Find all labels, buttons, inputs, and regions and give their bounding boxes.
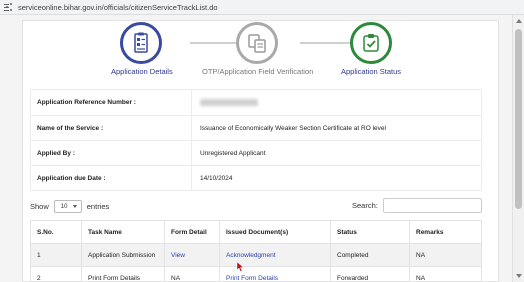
chevron-down-icon <box>72 205 77 208</box>
entries-select-value: 10 <box>60 203 68 210</box>
scroll-up-icon[interactable] <box>516 19 522 23</box>
row-task-name: Application Submission <box>82 244 165 266</box>
row-remarks: NA <box>410 244 482 266</box>
reference-number-value <box>192 90 482 115</box>
verification-icon <box>248 34 266 53</box>
step-label-verification[interactable]: OTP/Application Field Verification <box>202 67 313 76</box>
entries-select[interactable]: 10 <box>53 200 82 213</box>
header-task-name[interactable]: Task Name <box>82 221 165 243</box>
service-name-label: Name of the Service : <box>30 116 192 140</box>
vertical-scrollbar[interactable] <box>512 15 524 282</box>
mouse-cursor-icon <box>237 262 245 272</box>
header-issued-documents[interactable]: Issued Document(s) <box>220 221 331 243</box>
task-table: S.No. Task Name Form Detail Issued Docum… <box>30 220 482 282</box>
url-text[interactable]: serviceonline.bihar.gov.in/officials/cit… <box>18 3 218 12</box>
header-sno[interactable]: S.No. <box>30 221 82 243</box>
reference-number-label: Application Reference Number : <box>30 90 192 115</box>
scrollbar-thumb[interactable] <box>515 29 522 209</box>
show-label: Show <box>30 202 49 211</box>
entries-label: entries <box>86 202 110 211</box>
acknowledgment-link[interactable]: Acknowledgment <box>226 252 276 259</box>
row-task-name: Print Form Details <box>82 267 165 282</box>
document-form-icon <box>134 32 148 53</box>
print-form-details-link[interactable]: Print Form Details <box>226 275 278 282</box>
row-status: Forwarded <box>331 267 410 282</box>
row-status: Completed <box>331 244 410 266</box>
due-date-value: 14/10/2024 <box>192 166 482 190</box>
header-form-detail[interactable]: Form Detail <box>165 221 220 243</box>
progress-stepper: Application Details OTP/Application Fiel… <box>23 21 500 89</box>
info-row-service: Name of the Service : Issuance of Econom… <box>30 116 482 141</box>
show-entries: Show 10 entries <box>30 200 109 213</box>
table-row: 2 Print Form Details NA Print Form Detai… <box>30 267 482 282</box>
status-icon <box>363 34 379 52</box>
search-label: Search: <box>352 201 378 210</box>
row-sno: 2 <box>30 267 82 282</box>
site-settings-icon[interactable] <box>4 2 13 12</box>
applied-by-value: Unregistered Applicant <box>192 141 482 165</box>
address-bar[interactable]: serviceonline.bihar.gov.in/officials/cit… <box>0 0 524 15</box>
step-verification[interactable] <box>236 22 278 64</box>
header-remarks[interactable]: Remarks <box>410 221 482 243</box>
step-application-details[interactable] <box>120 22 162 64</box>
info-row-reference: Application Reference Number : <box>30 89 482 116</box>
row-form-detail: NA <box>165 267 220 282</box>
header-status[interactable]: Status <box>331 221 410 243</box>
step-application-status[interactable] <box>350 22 392 64</box>
row-remarks: NA <box>410 267 482 282</box>
row-sno: 1 <box>30 244 82 266</box>
info-row-applied-by: Applied By : Unregistered Applicant <box>30 141 482 166</box>
search-box: Search: <box>352 198 482 213</box>
scroll-down-icon[interactable] <box>516 274 522 278</box>
applied-by-label: Applied By : <box>30 141 192 165</box>
page-background: Application Details OTP/Application Fiel… <box>0 15 512 282</box>
service-name-value: Issuance of Economically Weaker Section … <box>192 116 482 140</box>
content-card: Application Details OTP/Application Fiel… <box>22 20 499 282</box>
table-header-row: S.No. Task Name Form Detail Issued Docum… <box>30 220 482 244</box>
application-info-table: Application Reference Number : Name of t… <box>30 89 482 191</box>
search-input[interactable] <box>382 198 482 213</box>
redacted-reference-number <box>200 99 258 106</box>
step-label-application-status[interactable]: Application Status <box>341 67 401 76</box>
step-label-application-details[interactable]: Application Details <box>111 67 173 76</box>
table-controls: Show 10 entries Search: <box>30 198 482 213</box>
table-row: 1 Application Submission View Acknowledg… <box>30 244 482 267</box>
view-form-link[interactable]: View <box>171 252 185 259</box>
due-date-label: Application due Date : <box>30 166 192 190</box>
info-row-due-date: Application due Date : 14/10/2024 <box>30 166 482 191</box>
